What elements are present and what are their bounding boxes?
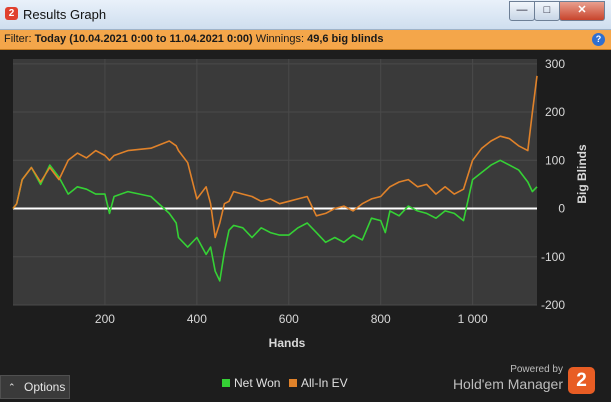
hm2-logo-icon: 2 <box>568 367 595 394</box>
legend-item-net-won: Net Won <box>222 376 280 390</box>
results-chart: 200 400 600 800 1 000-200-1000100200300Hands… <box>12 57 589 350</box>
brand-block: Powered by Hold'em Manager <box>453 364 563 392</box>
x-axis-title: Hands <box>269 336 306 350</box>
y-tick-label: -100 <box>541 250 565 264</box>
all-in-ev-swatch <box>289 379 297 387</box>
powered-by-text: Powered by <box>510 364 563 375</box>
x-tick-label: 800 <box>371 312 391 326</box>
net-won-line <box>12 159 538 282</box>
y-axis-title: Big Blinds <box>575 144 589 204</box>
x-tick-label: 1 000 <box>458 312 488 326</box>
brand-name: Hold'em Manager <box>452 376 563 392</box>
x-tick-label: 400 <box>187 312 207 326</box>
y-tick-label: 100 <box>545 153 565 167</box>
legend-net-won-label: Net Won <box>234 376 281 390</box>
x-tick-label: 200 <box>95 312 115 326</box>
options-button[interactable]: ⌃ Options <box>0 375 70 399</box>
y-tick-label: 200 <box>545 105 565 119</box>
y-tick-label: 300 <box>545 57 565 71</box>
y-tick-label: 0 <box>558 202 565 216</box>
chevron-up-icon: ⌃ <box>8 382 16 392</box>
legend-all-in-ev-label: All-In EV <box>301 376 348 390</box>
y-tick-label: -200 <box>541 298 565 312</box>
options-label: Options <box>24 380 66 394</box>
net-won-swatch <box>222 379 230 387</box>
all-in-ev-line <box>12 75 538 239</box>
x-tick-label: 600 <box>279 312 299 326</box>
legend-item-all-in-ev: All-In EV <box>289 376 348 390</box>
